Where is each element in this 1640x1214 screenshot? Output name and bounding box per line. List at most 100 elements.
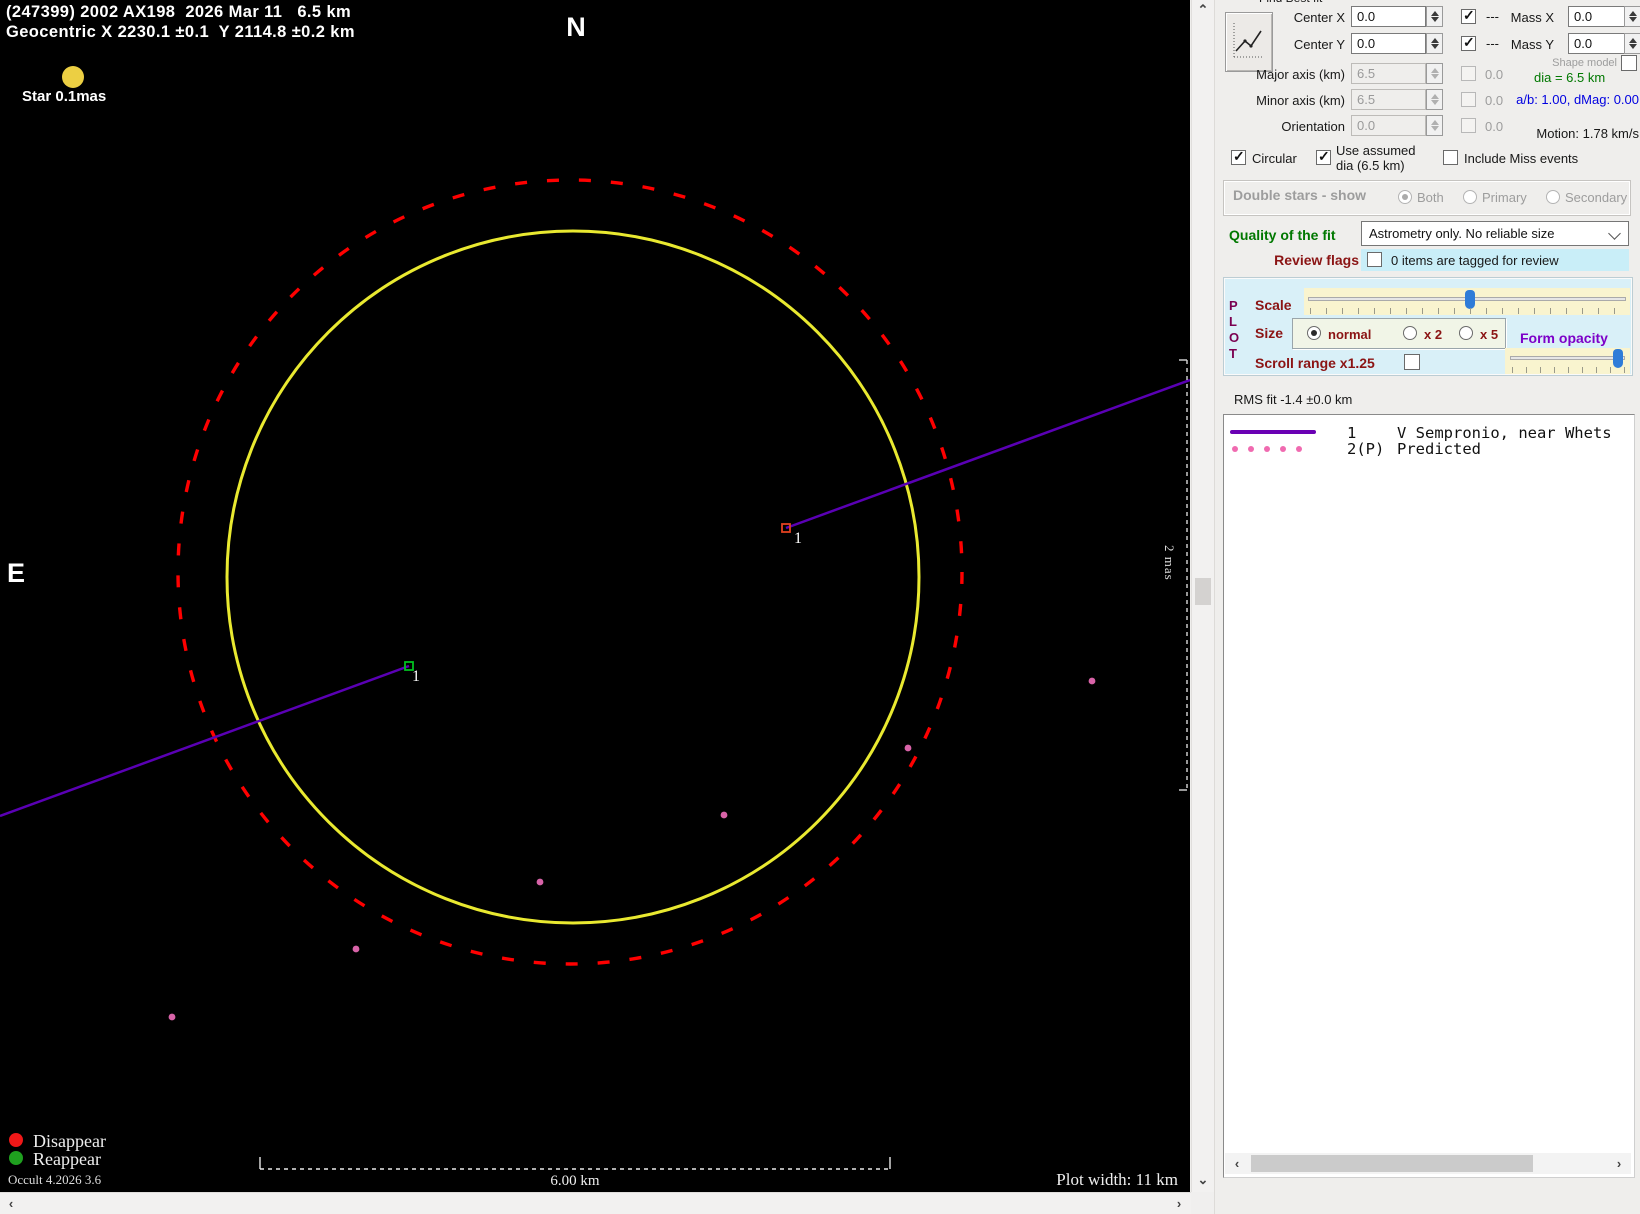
mass-y-label: Mass Y xyxy=(1510,37,1554,52)
double-stars-title: Double stars - show xyxy=(1233,187,1367,203)
double-stars-primary-radio[interactable] xyxy=(1463,190,1477,204)
use-assumed-dia-checkbox[interactable] xyxy=(1316,148,1331,165)
scroll-left-icon[interactable]: ‹ xyxy=(4,1196,18,1212)
form-opacity-slider[interactable] xyxy=(1505,348,1630,374)
rms-fit-label: RMS fit -1.4 ±0.0 km xyxy=(1234,392,1353,407)
use-assumed-dia-label: Use assumed dia (6.5 km) xyxy=(1336,143,1416,173)
size-x5-label: x 5 xyxy=(1480,327,1499,342)
scale-slider[interactable] xyxy=(1304,288,1630,315)
vertical-scroll-thumb[interactable] xyxy=(1195,578,1211,605)
list-scroll-left-icon[interactable]: ‹ xyxy=(1231,1156,1243,1172)
chord-number: 2(P) xyxy=(1347,440,1385,458)
size-x2-label: x 2 xyxy=(1424,327,1443,342)
plot-letter-p: P xyxy=(1229,298,1238,313)
center-x-input[interactable]: 0.0 xyxy=(1351,6,1426,27)
include-miss-label: Include Miss events xyxy=(1464,151,1579,166)
size-normal-radio[interactable] xyxy=(1307,326,1321,340)
double-stars-both-radio[interactable] xyxy=(1398,190,1412,204)
size-radio-panel: normal x 2 x 5 xyxy=(1292,318,1506,349)
quality-of-fit-dropdown[interactable]: Astrometry only. No reliable size xyxy=(1361,221,1629,246)
axis-ratio-label: a/b: 1.00, dMag: 0.00 xyxy=(1516,92,1639,107)
chord-list-horizontal-scrollbar[interactable]: ‹ › xyxy=(1225,1153,1631,1174)
east-label: E xyxy=(7,558,26,588)
north-label: N xyxy=(566,12,586,42)
reappear-label: Reappear xyxy=(33,1149,101,1169)
legend-disappear: Disappear xyxy=(9,1131,159,1151)
review-flags-label: Review flags xyxy=(1274,252,1359,268)
minor-axis-label: Minor axis (km) xyxy=(1256,93,1345,108)
motion-label: Motion: 1.78 km/s xyxy=(1536,126,1639,141)
mass-y-spinner[interactable] xyxy=(1624,33,1640,54)
center-y-label: Center Y xyxy=(1293,37,1345,52)
include-miss-checkbox[interactable] xyxy=(1443,150,1458,165)
occultation-plot: (247399) 2002 AX198 2026 Mar 11 6.5 km G… xyxy=(0,0,1190,1192)
quality-of-fit-value: Astrometry only. No reliable size xyxy=(1369,226,1555,241)
review-flags-checkbox[interactable] xyxy=(1367,252,1382,267)
size-x2-radio[interactable] xyxy=(1403,326,1417,340)
major-axis-checkbox xyxy=(1461,66,1476,81)
center-y-suffix: --- xyxy=(1486,36,1499,51)
mass-x-input[interactable]: 0.0 xyxy=(1568,6,1625,27)
window-horizontal-scrollbar[interactable]: ‹ › xyxy=(0,1192,1191,1214)
scroll-down-icon[interactable]: ⌄ xyxy=(1192,1172,1214,1188)
scrollbar-corner xyxy=(1191,1192,1214,1214)
major-axis-input: 6.5 xyxy=(1351,63,1426,84)
chord-list[interactable]: 1 V Sempronio, near Whets 2(P) Predicted… xyxy=(1223,414,1635,1178)
minor-axis-checkbox xyxy=(1461,92,1476,107)
size-label: Size xyxy=(1255,325,1284,341)
shape-model-checkbox[interactable] xyxy=(1621,55,1637,71)
orientation-aux: 0.0 xyxy=(1485,119,1504,134)
scroll-right-icon[interactable]: › xyxy=(1172,1196,1186,1212)
find-best-fit-group-label: Find Best fit xyxy=(1259,0,1322,5)
legend-reappear: Reappear xyxy=(9,1149,159,1169)
center-x-label: Center X xyxy=(1293,10,1345,25)
predicted-chord-swatch xyxy=(1232,446,1238,452)
double-stars-secondary-radio[interactable] xyxy=(1546,190,1560,204)
form-opacity-slider-thumb[interactable] xyxy=(1613,349,1623,368)
plot-geocentric: Geocentric X 2230.1 ±0.1 Y 2114.8 ±0.2 k… xyxy=(6,23,355,41)
list-scroll-right-icon[interactable]: › xyxy=(1613,1156,1625,1172)
quality-of-fit-label: Quality of the fit xyxy=(1229,227,1336,243)
mas-bracket-label: 2 mas xyxy=(1162,545,1177,581)
scale-bar-label: 6.00 km xyxy=(550,1173,600,1189)
plot-letter-o: O xyxy=(1229,330,1240,345)
chord-name: Predicted xyxy=(1397,440,1481,458)
panel-vertical-scrollbar[interactable]: ⌃ ⌄ xyxy=(1191,0,1215,1192)
form-opacity-label: Form opacity xyxy=(1520,330,1608,346)
center-x-checkbox[interactable] xyxy=(1461,7,1476,24)
center-y-input[interactable]: 0.0 xyxy=(1351,33,1426,54)
scroll-range-label: Scroll range x1.25 xyxy=(1255,355,1375,371)
mass-y-input[interactable]: 0.0 xyxy=(1568,33,1625,54)
minor-axis-spinner xyxy=(1426,89,1443,110)
size-x5-radio[interactable] xyxy=(1459,326,1473,340)
scale-slider-thumb[interactable] xyxy=(1465,290,1475,309)
circular-checkbox[interactable] xyxy=(1231,148,1246,165)
orientation-spinner xyxy=(1426,115,1443,136)
plot-width-label: Plot width: 11 km xyxy=(1056,1170,1178,1189)
double-stars-primary-label: Primary xyxy=(1482,190,1527,205)
chevron-down-icon xyxy=(1608,227,1621,240)
chord-marker-label-disappear: 1 xyxy=(794,530,802,547)
fit-control-panel: Find Best fit Center X 0.0 --- Mass X 0.… xyxy=(1214,0,1640,1214)
scroll-range-checkbox[interactable] xyxy=(1404,354,1420,370)
review-flags-text: 0 items are tagged for review xyxy=(1391,253,1559,268)
plot-letter-t: T xyxy=(1229,346,1237,361)
major-axis-spinner xyxy=(1426,63,1443,84)
center-y-checkbox[interactable] xyxy=(1461,34,1476,51)
scroll-up-icon[interactable]: ⌃ xyxy=(1192,2,1214,18)
occult-window: (247399) 2002 AX198 2026 Mar 11 6.5 km G… xyxy=(0,0,1640,1214)
list-scroll-thumb[interactable] xyxy=(1251,1155,1533,1172)
minor-axis-input: 6.5 xyxy=(1351,89,1426,110)
double-stars-both-label: Both xyxy=(1417,190,1444,205)
mass-x-spinner[interactable] xyxy=(1624,6,1640,27)
center-x-suffix: --- xyxy=(1486,9,1499,24)
diameter-label: dia = 6.5 km xyxy=(1534,70,1606,85)
disappear-dot-icon xyxy=(9,1133,23,1147)
center-x-spinner[interactable] xyxy=(1426,6,1443,27)
plot-letter-l: L xyxy=(1229,314,1237,329)
scale-label: Scale xyxy=(1255,297,1292,313)
center-y-spinner[interactable] xyxy=(1426,33,1443,54)
plot-title: (247399) 2002 AX198 2026 Mar 11 6.5 km xyxy=(6,3,352,21)
app-version-label: Occult 4.2026 3.6 xyxy=(8,1172,102,1187)
size-normal-label: normal xyxy=(1328,327,1372,342)
